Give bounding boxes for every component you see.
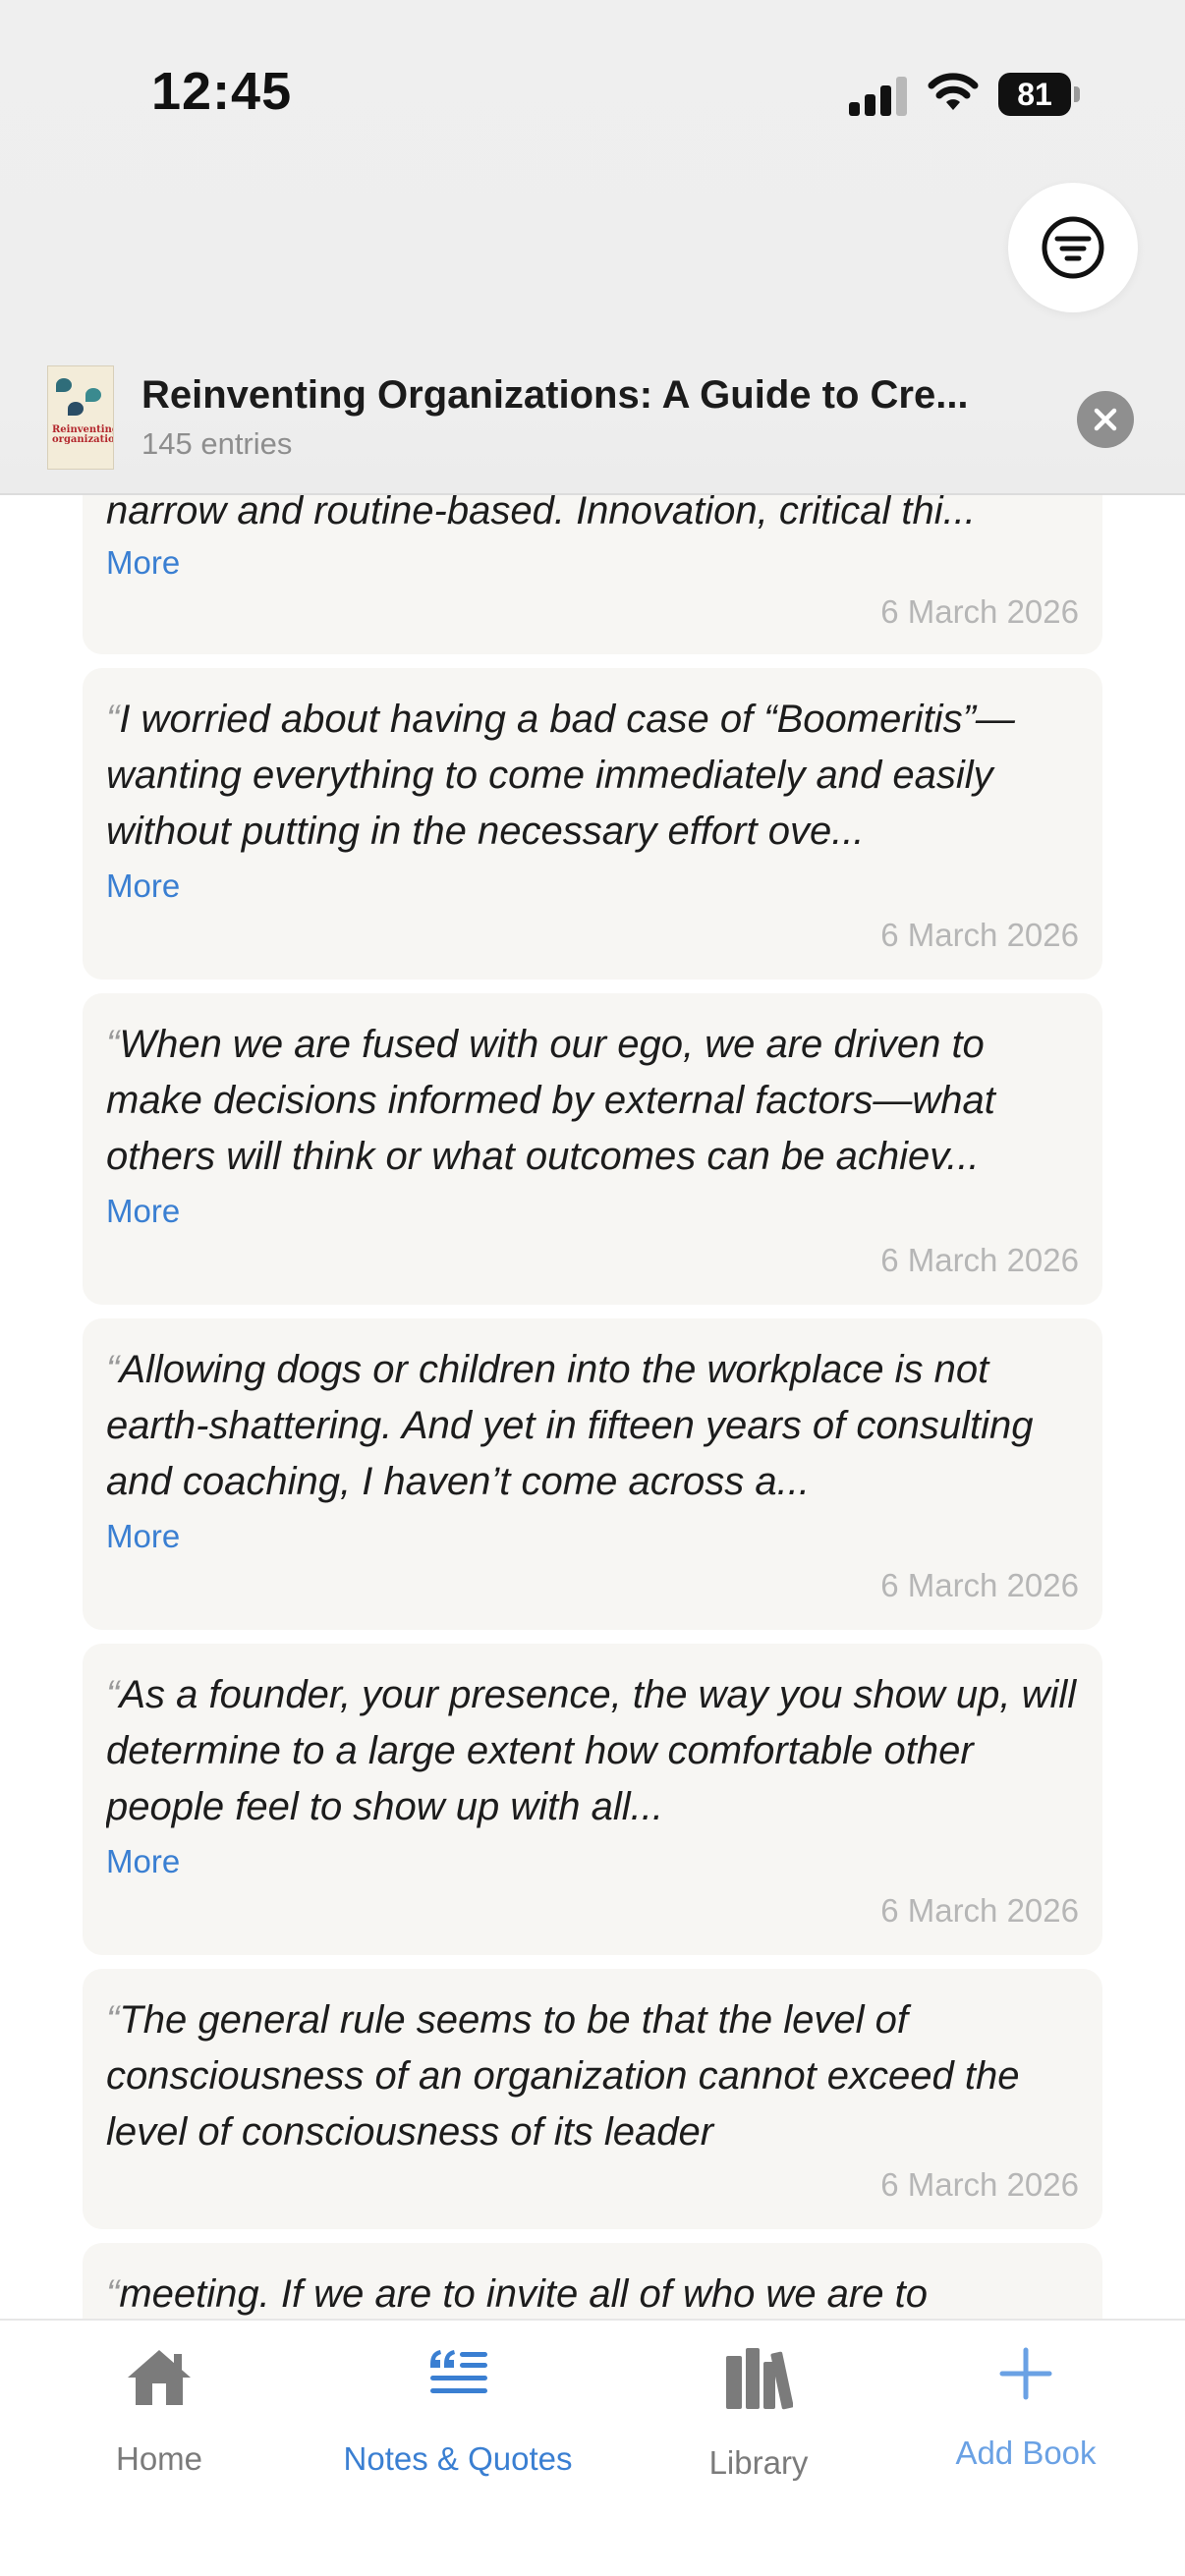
more-link[interactable]: More [106,1512,1079,1561]
books-icon [611,2346,906,2416]
quote-lines-icon [310,2346,605,2406]
quote-mark-icon: “ [106,698,120,741]
entry-date: 6 March 2026 [880,1892,1079,1929]
quote-mark-icon: “ [106,2272,120,2316]
battery-icon: 81 [998,73,1081,116]
entry-date: 6 March 2026 [880,917,1079,953]
entry-date: 6 March 2026 [880,1567,1079,1603]
quote-card[interactable]: “The general rule seems to be that the l… [83,1969,1102,2229]
quote-text: “meeting. If we are to invite all of who… [106,2272,928,2316]
quote-text: “As a founder, your presence, the way yo… [106,1673,1077,1828]
more-link[interactable]: More [106,538,180,588]
quote-mark-icon: “ [106,1023,120,1066]
quote-text: “The general rule seems to be that the l… [106,1998,1020,2154]
quote-text: “When we are fused with our ego, we are … [106,1023,995,1178]
more-link[interactable]: More [106,1187,1079,1236]
close-button[interactable] [1077,391,1134,448]
quote-text: “I worried about having a bad case of “B… [106,698,1015,853]
book-filter-header[interactable]: Reinventing organizations Reinventing Or… [0,354,1185,493]
plus-icon [878,2346,1173,2406]
entry-date: 6 March 2026 [880,593,1079,630]
more-link[interactable]: More [106,1837,1079,1886]
book-title: Reinventing Organizations: A Guide to Cr… [141,373,969,417]
quote-mark-icon: “ [106,1673,120,1716]
quote-card[interactable]: “Allowing dogs or children into the work… [83,1318,1102,1630]
entries-count: 145 entries [141,426,293,461]
cellular-signal-icon [849,77,908,116]
tab-label: Library [708,2444,809,2481]
more-link[interactable]: More [106,862,1079,911]
quote-card[interactable]: “As a founder, your presence, the way yo… [83,1644,1102,1955]
book-cover-title: Reinventing organizations [52,424,114,445]
filter-lines-icon [1042,216,1104,279]
close-x-icon [1094,408,1117,431]
battery-level: 81 [998,73,1071,116]
tab-home[interactable]: Home [12,2321,307,2517]
quote-card[interactable]: “When we are fused with our ego, we are … [83,993,1102,1305]
entry-date: 6 March 2026 [880,1242,1079,1278]
tab-notes-quotes[interactable]: Notes & Quotes [310,2321,605,2517]
tab-label: Add Book [955,2435,1097,2471]
quote-mark-icon: “ [106,1998,120,2042]
quote-text: “Allowing dogs or children into the work… [106,1348,1034,1503]
quote-card[interactable]: “I worried about having a bad case of “B… [83,668,1102,980]
tab-add-book[interactable]: Add Book [878,2321,1173,2517]
wifi-icon [928,71,979,114]
tab-label: Notes & Quotes [343,2440,573,2477]
app-screen: narrow and routine-based. Innovation, cr… [0,0,1185,2576]
filter-button[interactable] [1008,183,1138,312]
tab-label: Home [115,2440,203,2477]
tab-bar: Home Notes & Quotes Library Add Book [0,2319,1185,2576]
book-cover: Reinventing organizations [47,365,114,470]
status-time: 12:45 [151,62,293,121]
top-bar: 12:45 81 Reinventing organizatio Reinven… [0,0,1185,495]
entry-date: 6 March 2026 [880,2166,1079,2203]
quote-mark-icon: “ [106,1348,120,1391]
quote-list[interactable]: narrow and routine-based. Innovation, cr… [83,432,1102,2375]
home-icon [12,2346,307,2414]
tab-library[interactable]: Library [611,2321,906,2517]
